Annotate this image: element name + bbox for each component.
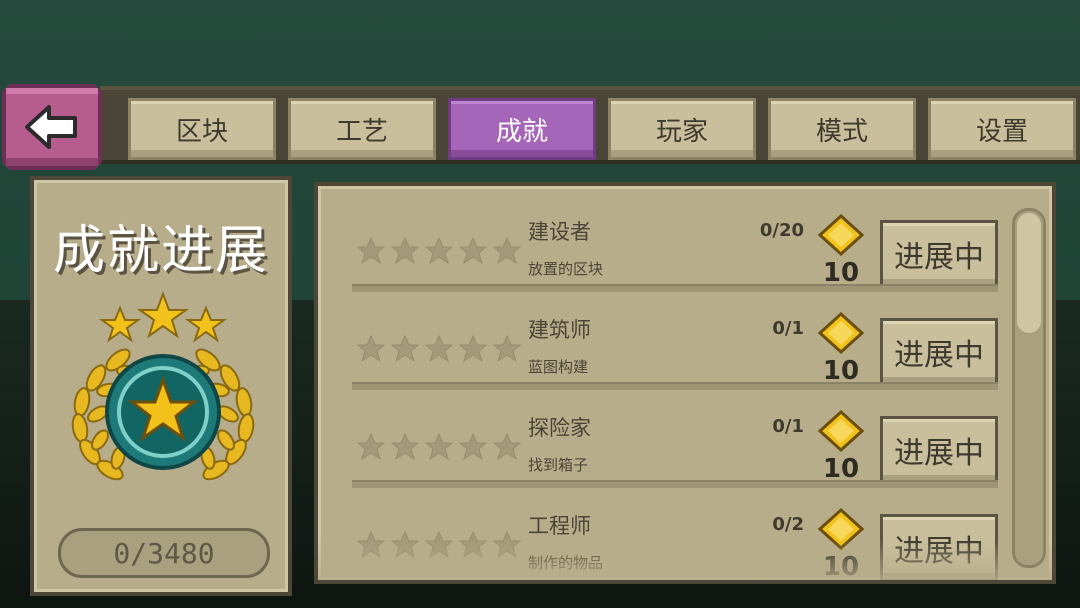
empty-star-icon: [390, 432, 420, 461]
achievement-description: 蓝图构建: [528, 358, 589, 376]
tab-blocks[interactable]: 区块: [128, 98, 276, 160]
empty-star-icon: [458, 530, 488, 559]
achievement-row: 工程师 制作的物品 0/2 10 进展中: [318, 490, 1008, 582]
achievement-progress: 0/2: [772, 514, 804, 535]
status-label: 进展中: [894, 436, 984, 471]
achievement-name: 探险家: [528, 416, 591, 440]
back-button[interactable]: [2, 84, 102, 170]
achievement-list-panel: 建设者 放置的区块 0/20 10 进展中 建筑师 蓝图构建 0/1 10 进展…: [314, 182, 1056, 584]
empty-star-icon: [424, 236, 454, 265]
status-label: 进展中: [894, 240, 984, 275]
achievement-row: 建设者 放置的区块 0/20 10 进展中: [318, 196, 1008, 294]
row-divider: [352, 480, 998, 488]
tab-settings[interactable]: 设置: [928, 98, 1076, 160]
laurel-medal-icon: [71, 291, 255, 481]
in-progress-button[interactable]: 进展中: [880, 514, 998, 580]
in-progress-button[interactable]: 进展中: [880, 416, 998, 484]
achievement-row: 探险家 找到箱子 0/1 10 进展中: [318, 392, 1008, 490]
achievement-name: 工程师: [528, 514, 591, 538]
tab-label: 设置: [975, 116, 1028, 147]
gold-diamond-icon: [818, 410, 864, 452]
status-label: 进展中: [894, 534, 984, 569]
empty-star-icon: [390, 530, 420, 559]
tab-label: 工艺: [335, 116, 388, 147]
empty-star-icon: [356, 432, 386, 461]
row-divider: [352, 284, 998, 292]
scrollbar-thumb[interactable]: [1017, 213, 1041, 333]
tab-crafting[interactable]: 工艺: [288, 98, 436, 160]
row-divider: [352, 382, 998, 390]
empty-star-icon: [492, 432, 522, 461]
star-rating: [356, 334, 522, 364]
empty-star-icon: [424, 432, 454, 461]
empty-star-icon: [424, 530, 454, 559]
star-rating: [356, 236, 522, 266]
tab-label: 模式: [815, 116, 868, 147]
back-arrow-icon: [25, 103, 79, 151]
empty-star-icon: [356, 530, 386, 559]
gold-diamond-icon: [818, 312, 864, 354]
in-progress-button[interactable]: 进展中: [880, 220, 998, 288]
score-display: 0/3480: [58, 528, 270, 578]
achievement-progress: 0/1: [772, 318, 804, 339]
empty-star-icon: [424, 334, 454, 363]
tab-modes[interactable]: 模式: [768, 98, 916, 160]
empty-star-icon: [356, 334, 386, 363]
gold-diamond-icon: [818, 508, 864, 550]
achievement-progress: 0/20: [759, 220, 804, 241]
empty-star-icon: [492, 530, 522, 559]
achievement-description: 找到箱子: [528, 456, 589, 474]
tab-label: 成就: [495, 116, 548, 147]
tab-label: 区块: [175, 116, 228, 147]
achievement-description: 制作的物品: [528, 554, 604, 572]
achievement-list: 建设者 放置的区块 0/20 10 进展中 建筑师 蓝图构建 0/1 10 进展…: [318, 186, 1008, 580]
reward-amount: 10: [822, 552, 860, 582]
tab-players[interactable]: 玩家: [608, 98, 756, 160]
empty-star-icon: [458, 334, 488, 363]
empty-star-icon: [390, 334, 420, 363]
empty-star-icon: [458, 236, 488, 265]
achievement-progress: 0/1: [772, 416, 804, 437]
tab-achievements[interactable]: 成就: [448, 98, 596, 160]
achievement-progress-panel: 成就进展 0/3480: [30, 176, 292, 596]
achievement-description: 放置的区块: [528, 260, 604, 278]
tab-label: 玩家: [655, 116, 708, 147]
score-value: 0/3480: [113, 536, 215, 570]
list-scrollbar[interactable]: [1012, 208, 1046, 568]
star-rating: [356, 432, 522, 462]
empty-star-icon: [458, 432, 488, 461]
empty-star-icon: [356, 236, 386, 265]
achievement-name: 建设者: [528, 220, 591, 244]
panel-title: 成就进展: [52, 221, 269, 281]
empty-star-icon: [492, 236, 522, 265]
star-rating: [356, 530, 522, 560]
status-label: 进展中: [894, 338, 984, 373]
achievement-name: 建筑师: [528, 318, 591, 342]
empty-star-icon: [492, 334, 522, 363]
achievement-row: 建筑师 蓝图构建 0/1 10 进展中: [318, 294, 1008, 392]
empty-star-icon: [390, 236, 420, 265]
gold-diamond-icon: [818, 214, 864, 256]
in-progress-button[interactable]: 进展中: [880, 318, 998, 386]
